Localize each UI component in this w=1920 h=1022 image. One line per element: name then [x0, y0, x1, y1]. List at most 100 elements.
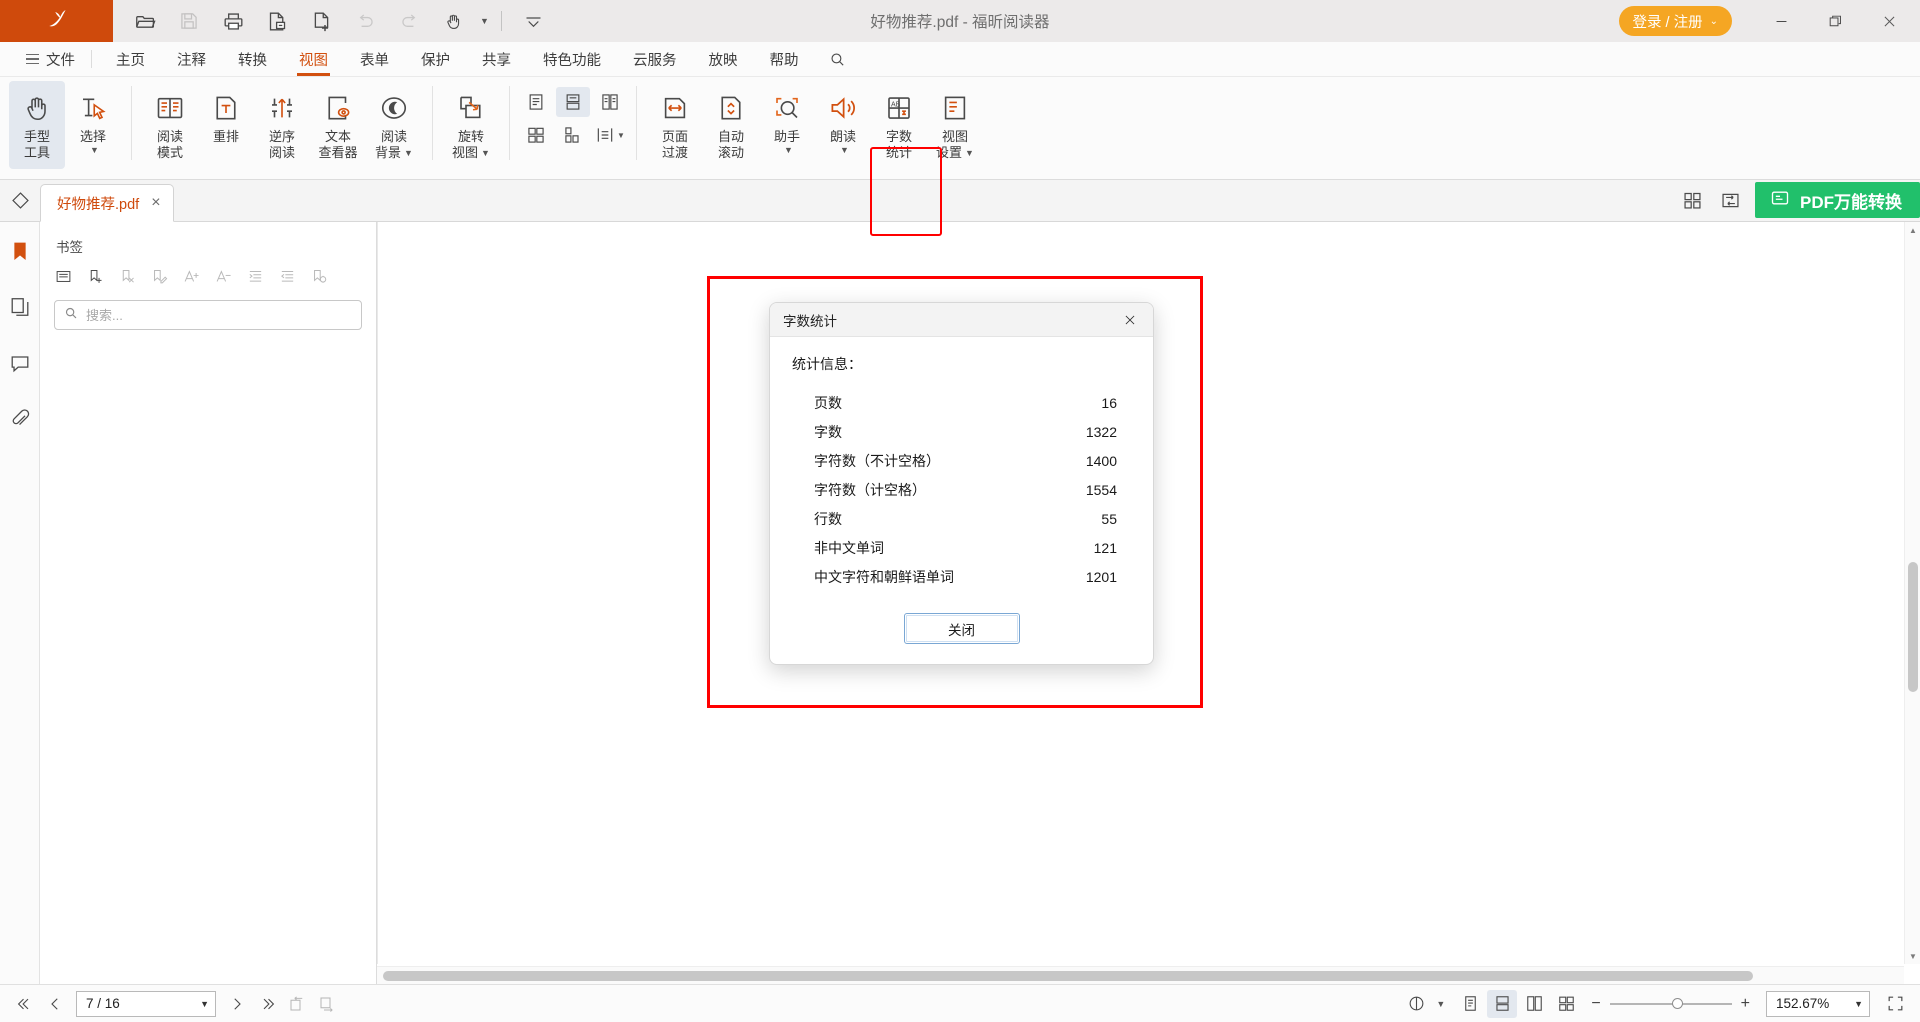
print-icon[interactable] — [213, 4, 253, 38]
vertical-scroll-thumb[interactable] — [1908, 562, 1918, 692]
ribbon-page-transition[interactable]: 页面 过渡 — [647, 81, 703, 169]
sidebar-item-pages[interactable] — [3, 290, 37, 324]
add-bookmark-icon[interactable] — [80, 262, 110, 290]
first-page-icon[interactable] — [10, 990, 40, 1018]
continuous-page-icon[interactable] — [556, 87, 590, 117]
undo-icon[interactable] — [345, 4, 385, 38]
new-from-file-icon[interactable] — [257, 4, 297, 38]
fullscreen-icon[interactable] — [1880, 990, 1910, 1018]
bookmark-search-box[interactable] — [54, 300, 362, 330]
zoom-slider[interactable]: − + — [1591, 995, 1750, 1013]
split-view-icon[interactable]: ▼ — [593, 120, 627, 150]
separate-cover-icon[interactable] — [556, 120, 590, 150]
menu-item-protect[interactable]: 保护 — [405, 42, 466, 76]
ribbon-select-text[interactable]: 选择 ▼ — [65, 81, 121, 169]
decrease-font-icon[interactable] — [208, 262, 238, 290]
rotate-ccw-icon[interactable] — [282, 990, 312, 1018]
menu-item-convert[interactable]: 转换 — [222, 42, 283, 76]
chevron-down-icon[interactable]: ▼ — [784, 145, 793, 155]
menu-item-comment[interactable]: 注释 — [161, 42, 222, 76]
menu-item-present[interactable]: 放映 — [693, 42, 754, 76]
page-number-input[interactable]: 7 / 16 ▼ — [76, 991, 216, 1017]
save-icon[interactable] — [169, 4, 209, 38]
ribbon-view-settings[interactable]: 视图 设置 ▼ — [927, 81, 983, 169]
sidebar-item-bookmark[interactable] — [3, 234, 37, 268]
ribbon-reverse-reading[interactable]: 逆序 阅读 — [254, 81, 310, 169]
more-icon[interactable] — [514, 4, 554, 38]
ribbon-read-aloud[interactable]: 朗读 ▼ — [815, 81, 871, 169]
menu-item-view[interactable]: 视图 — [283, 42, 344, 76]
edit-bookmark-icon[interactable] — [144, 262, 174, 290]
hand-tool-caret-icon[interactable]: ▼ — [480, 16, 489, 26]
pdf-converter-promo-button[interactable]: PDF万能转换 — [1755, 182, 1920, 218]
search-input[interactable] — [86, 308, 352, 323]
menu-item-help[interactable]: 帮助 — [754, 42, 815, 76]
facing-continuous-icon[interactable] — [1551, 990, 1581, 1018]
ribbon-hand-tool[interactable]: 手型 工具 — [9, 81, 65, 169]
menu-item-cloud[interactable]: 云服务 — [617, 42, 693, 76]
facing-pages-icon[interactable] — [1519, 990, 1549, 1018]
expand-all-icon[interactable] — [48, 262, 78, 290]
ribbon-reading-background[interactable]: 阅读 背景 ▼ — [366, 81, 422, 169]
zoom-knob[interactable] — [1672, 998, 1683, 1009]
close-icon[interactable]: × — [151, 195, 160, 211]
close-button[interactable]: 关闭 — [904, 613, 1020, 644]
redo-icon[interactable] — [389, 4, 429, 38]
open-icon[interactable] — [125, 4, 165, 38]
menu-search-icon[interactable] — [815, 42, 860, 76]
menu-item-home[interactable]: 主页 — [100, 42, 161, 76]
view-mode-icon[interactable] — [1401, 990, 1431, 1018]
chevron-down-icon[interactable]: ▼ — [1854, 999, 1863, 1009]
ribbon-assistant[interactable]: 助手 ▼ — [759, 81, 815, 169]
vertical-scrollbar[interactable]: ▲ ▼ — [1904, 222, 1920, 964]
chevron-down-icon[interactable]: ▼ — [481, 148, 490, 158]
ribbon-reflow[interactable]: 重排 — [198, 81, 254, 169]
chevron-down-icon[interactable]: ▼ — [200, 999, 209, 1009]
chevron-down-icon[interactable]: ▼ — [840, 145, 849, 155]
zoom-out-button[interactable]: − — [1591, 995, 1600, 1013]
continuous-view-icon[interactable] — [1487, 990, 1517, 1018]
zoom-track[interactable] — [1610, 1003, 1732, 1005]
grid-view-icon[interactable] — [1673, 180, 1711, 220]
scroll-up-arrow-icon[interactable]: ▲ — [1905, 222, 1920, 238]
prev-page-icon[interactable] — [40, 990, 70, 1018]
menu-item-file[interactable]: 文件 — [14, 42, 87, 76]
new-blank-icon[interactable] — [301, 4, 341, 38]
two-page-continuous-icon[interactable] — [519, 120, 553, 150]
maximize-button[interactable] — [1808, 0, 1862, 42]
login-register-button[interactable]: 登录 / 注册 ⌄ — [1619, 6, 1732, 36]
zoom-level-input[interactable]: 152.67% ▼ — [1766, 991, 1870, 1017]
horizontal-scrollbar[interactable] — [377, 966, 1904, 984]
outdent-bookmark-icon[interactable] — [272, 262, 302, 290]
ribbon-text-viewer[interactable]: 文本 查看器 — [310, 81, 366, 169]
zoom-in-button[interactable]: + — [1741, 995, 1750, 1013]
minimize-button[interactable] — [1754, 0, 1808, 42]
sidebar-item-attachments[interactable] — [3, 402, 37, 436]
ribbon-rotate-view[interactable]: 旋转 视图 ▼ — [443, 81, 499, 169]
chevron-down-icon[interactable]: ▼ — [404, 148, 413, 158]
chevron-down-icon[interactable]: ▼ — [1436, 999, 1445, 1009]
ribbon-reading-mode[interactable]: 阅读 模式 — [142, 81, 198, 169]
ribbon-auto-scroll[interactable]: 自动 滚动 — [703, 81, 759, 169]
indent-bookmark-icon[interactable] — [240, 262, 270, 290]
rotate-cw-icon[interactable] — [312, 990, 342, 1018]
menu-item-form[interactable]: 表单 — [344, 42, 405, 76]
swap-panel-icon[interactable] — [1711, 180, 1749, 220]
last-page-icon[interactable] — [252, 990, 282, 1018]
chevron-down-icon[interactable]: ▼ — [617, 131, 625, 140]
next-page-icon[interactable] — [222, 990, 252, 1018]
tab-bar-badge-icon[interactable] — [0, 180, 40, 221]
scroll-down-arrow-icon[interactable]: ▼ — [1905, 948, 1920, 964]
close-button[interactable] — [1862, 0, 1916, 42]
document-tab[interactable]: 好物推荐.pdf × — [40, 184, 174, 222]
increase-font-icon[interactable] — [176, 262, 206, 290]
close-icon[interactable] — [1113, 305, 1147, 335]
chevron-down-icon[interactable]: ▼ — [965, 148, 974, 158]
chevron-down-icon[interactable]: ▼ — [90, 145, 99, 155]
ribbon-word-count[interactable]: AB 字数 统计 — [871, 81, 927, 169]
horizontal-scroll-thumb[interactable] — [383, 971, 1753, 981]
sidebar-item-comments[interactable] — [3, 346, 37, 380]
bookmark-properties-icon[interactable] — [304, 262, 334, 290]
delete-bookmark-icon[interactable] — [112, 262, 142, 290]
single-page-icon[interactable] — [519, 87, 553, 117]
